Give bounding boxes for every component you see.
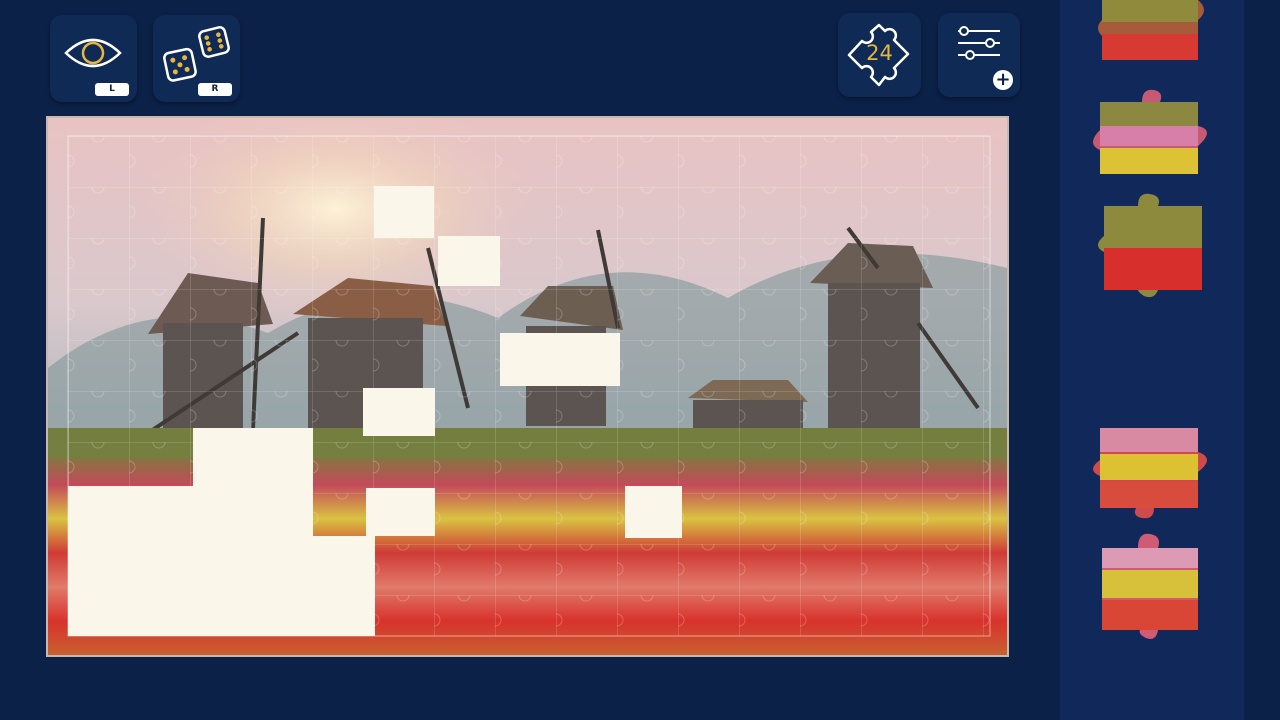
puzzle-piece[interactable]: [1084, 424, 1224, 520]
puzzle-piece[interactable]: [1084, 86, 1224, 182]
shuffle-button[interactable]: R: [153, 15, 240, 102]
puzzle-board[interactable]: [46, 116, 1009, 657]
shuffle-key-badge: R: [198, 83, 232, 96]
preview-key-badge: L: [95, 83, 129, 96]
puzzle-piece[interactable]: [1094, 530, 1214, 640]
preview-button[interactable]: L: [50, 15, 137, 102]
puzzle-piece[interactable]: [1094, 0, 1214, 66]
plus-icon: +: [993, 70, 1013, 90]
puzzle-piece[interactable]: [1094, 190, 1214, 300]
piece-tray[interactable]: [1060, 0, 1244, 720]
piece-count-value: 24: [866, 41, 893, 65]
settings-button[interactable]: +: [938, 13, 1020, 97]
piece-count-button[interactable]: 24: [838, 13, 921, 97]
puzzle-image: [48, 118, 1007, 655]
